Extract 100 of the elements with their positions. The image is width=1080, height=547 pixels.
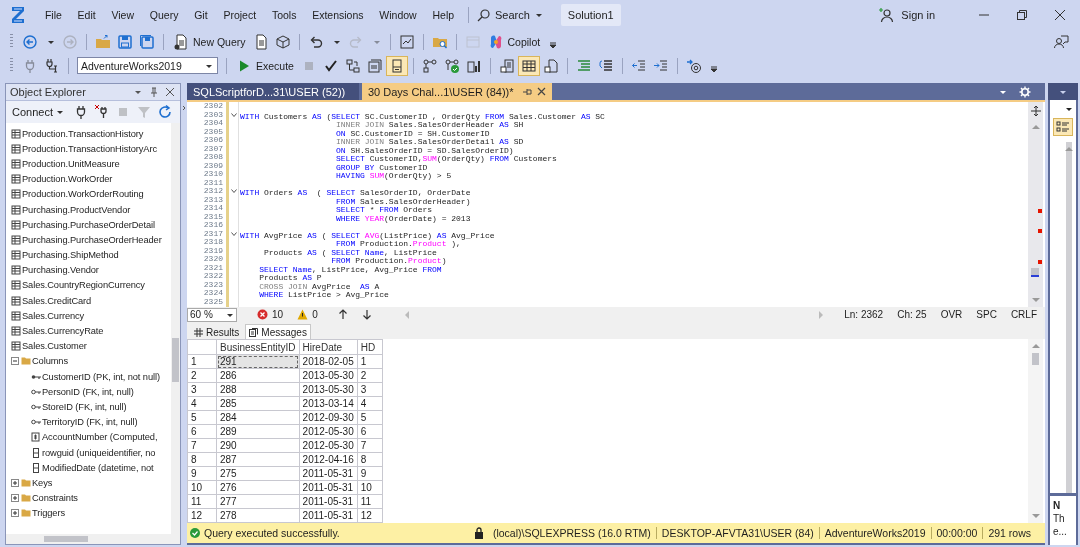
up-arrow-icon[interactable] [337,309,348,320]
tree-item[interactable]: Production.UnitMeasure [22,158,120,169]
tree-item[interactable]: Production.WorkOrder [22,174,113,185]
expand-icon[interactable] [11,478,19,487]
tree-item[interactable]: Purchasing.ProductVendor [22,204,131,215]
close-icon[interactable] [1054,9,1066,21]
chart-window-icon[interactable] [398,33,415,50]
row-number[interactable]: 5 [187,410,217,425]
row-number[interactable]: 11 [187,494,217,509]
scroll-thumb[interactable] [1032,353,1039,365]
database-dropdown[interactable]: AdventureWorks2019 [77,57,218,74]
tree-item[interactable]: Sales.Currency [22,310,85,321]
flowchart-icon[interactable] [344,57,361,74]
tree-item[interactable]: Purchasing.PurchaseOrderHeader [22,234,162,245]
menu-item[interactable]: File [37,9,70,21]
document-tab[interactable]: 30 Days Chal...1\USER (84))* [362,83,552,100]
tree-item[interactable]: Sales.CountryRegionCurrency [22,280,145,291]
copilot-button[interactable]: Copilot [483,32,545,51]
menu-item[interactable]: Window [371,9,425,21]
tree-item[interactable]: Production.TransactionHistoryArc [22,143,157,154]
expand-icon[interactable] [11,509,19,518]
tree-item[interactable]: rowguid (uniqueidentifier, no [42,447,156,458]
uncomment-lines-icon[interactable] [597,57,614,74]
pin-icon[interactable] [521,86,532,97]
tree-item[interactable]: Keys [32,477,53,488]
toggle-button[interactable] [1053,118,1073,136]
results-tab[interactable]: Messages [245,324,311,339]
vertical-scrollbar[interactable] [171,123,180,534]
outdent-icon[interactable] [630,57,647,74]
vertical-scrollbar[interactable] [1028,339,1043,523]
menu-item[interactable]: Help [424,9,462,21]
tree-item[interactable]: PersonID (FK, int, null) [42,386,134,397]
indent-icon[interactable] [652,57,669,74]
sign-in-button[interactable]: Sign in [878,7,935,23]
collapse-icon[interactable] [11,357,19,366]
cube-icon[interactable] [274,33,291,50]
horizontal-scrollbar[interactable] [6,534,180,544]
close-icon[interactable] [165,87,175,97]
gear-icon[interactable] [1019,85,1031,98]
tree-item[interactable]: StoreID (FK, int, null) [42,401,127,412]
down-arrow-icon[interactable] [361,309,372,320]
plan-check-icon[interactable] [443,57,460,74]
scroll-thumb[interactable] [44,536,88,542]
vertical-scrollbar[interactable] [1066,142,1072,493]
scroll-thumb[interactable] [172,338,179,382]
row-number[interactable]: 9 [187,466,217,481]
windows-icon[interactable] [366,57,383,74]
column-header[interactable]: HD [357,339,383,355]
tree-item[interactable]: Purchasing.Vendor [22,265,99,276]
column-header[interactable]: BusinessEntityID [216,339,300,355]
vertical-scrollbar[interactable] [1028,102,1043,307]
execute-button[interactable]: Execute [232,56,298,75]
arrow-circle-icon[interactable] [685,57,702,74]
tree-item[interactable]: Constraints [32,493,78,504]
zoom-dropdown[interactable]: 60 % [187,307,237,322]
scroll-thumb[interactable] [1031,267,1039,277]
plan-diagram-icon[interactable] [421,57,438,74]
tree-item[interactable]: AccountNumber (Computed, [42,432,158,443]
row-number[interactable]: 6 [187,424,217,439]
connect-button[interactable]: Connect [12,106,64,118]
collapse-chevron-icon[interactable] [230,111,237,118]
tree-item[interactable]: TerritoryID (FK, int, null) [42,417,138,428]
menu-item[interactable]: View [103,9,142,21]
row-number[interactable]: 1 [187,354,217,369]
tree-item[interactable]: Columns [32,356,68,367]
caret-icon[interactable] [1065,105,1073,113]
tree-item[interactable]: Sales.CreditCard [22,295,92,306]
search-button[interactable]: Search [476,8,543,22]
menu-item[interactable]: Extensions [304,9,372,21]
splitter-icon[interactable] [1029,105,1042,117]
menu-item[interactable]: Edit [69,9,104,21]
tree-item[interactable]: Purchasing.PurchaseOrderDetail [22,219,155,230]
row-number[interactable]: 7 [187,438,217,453]
floppy-disks-icon[interactable] [139,33,155,50]
menu-item[interactable]: Tools [264,9,305,21]
results-tab[interactable]: Results [190,324,244,339]
tree-item[interactable]: Sales.Customer [22,341,87,352]
column-header[interactable]: HireDate [299,339,358,355]
menu-item[interactable]: Query [141,9,187,21]
warning-count[interactable]: 0 [312,309,318,320]
row-number[interactable]: 10 [187,480,217,495]
menu-item[interactable]: Project [215,9,264,21]
tree-item[interactable]: ModifiedDate (datetime, not [42,462,154,473]
menu-item[interactable]: Git [186,9,216,21]
restore-icon[interactable] [1016,9,1028,21]
new-query-button[interactable]: New Query [169,32,250,51]
close-icon[interactable] [536,87,546,96]
document-tab[interactable]: SQLScriptforD...31\USER (52)) [187,83,359,100]
toggle-button[interactable] [517,55,540,76]
tree-item[interactable]: Sales.CurrencyRate [22,326,104,337]
feedback-icon[interactable] [1053,33,1069,50]
row-number[interactable]: 3 [187,382,217,397]
collapse-chevron-icon[interactable] [230,188,237,195]
toggle-button[interactable] [385,55,408,76]
row-number[interactable]: 12 [187,508,217,523]
row-number[interactable]: 8 [187,452,217,467]
refresh-icon[interactable] [157,104,173,120]
row-number[interactable]: 2 [187,368,217,383]
plug-cross-icon[interactable] [94,104,110,120]
tree-item[interactable]: Production.WorkOrderRouting [22,189,144,200]
